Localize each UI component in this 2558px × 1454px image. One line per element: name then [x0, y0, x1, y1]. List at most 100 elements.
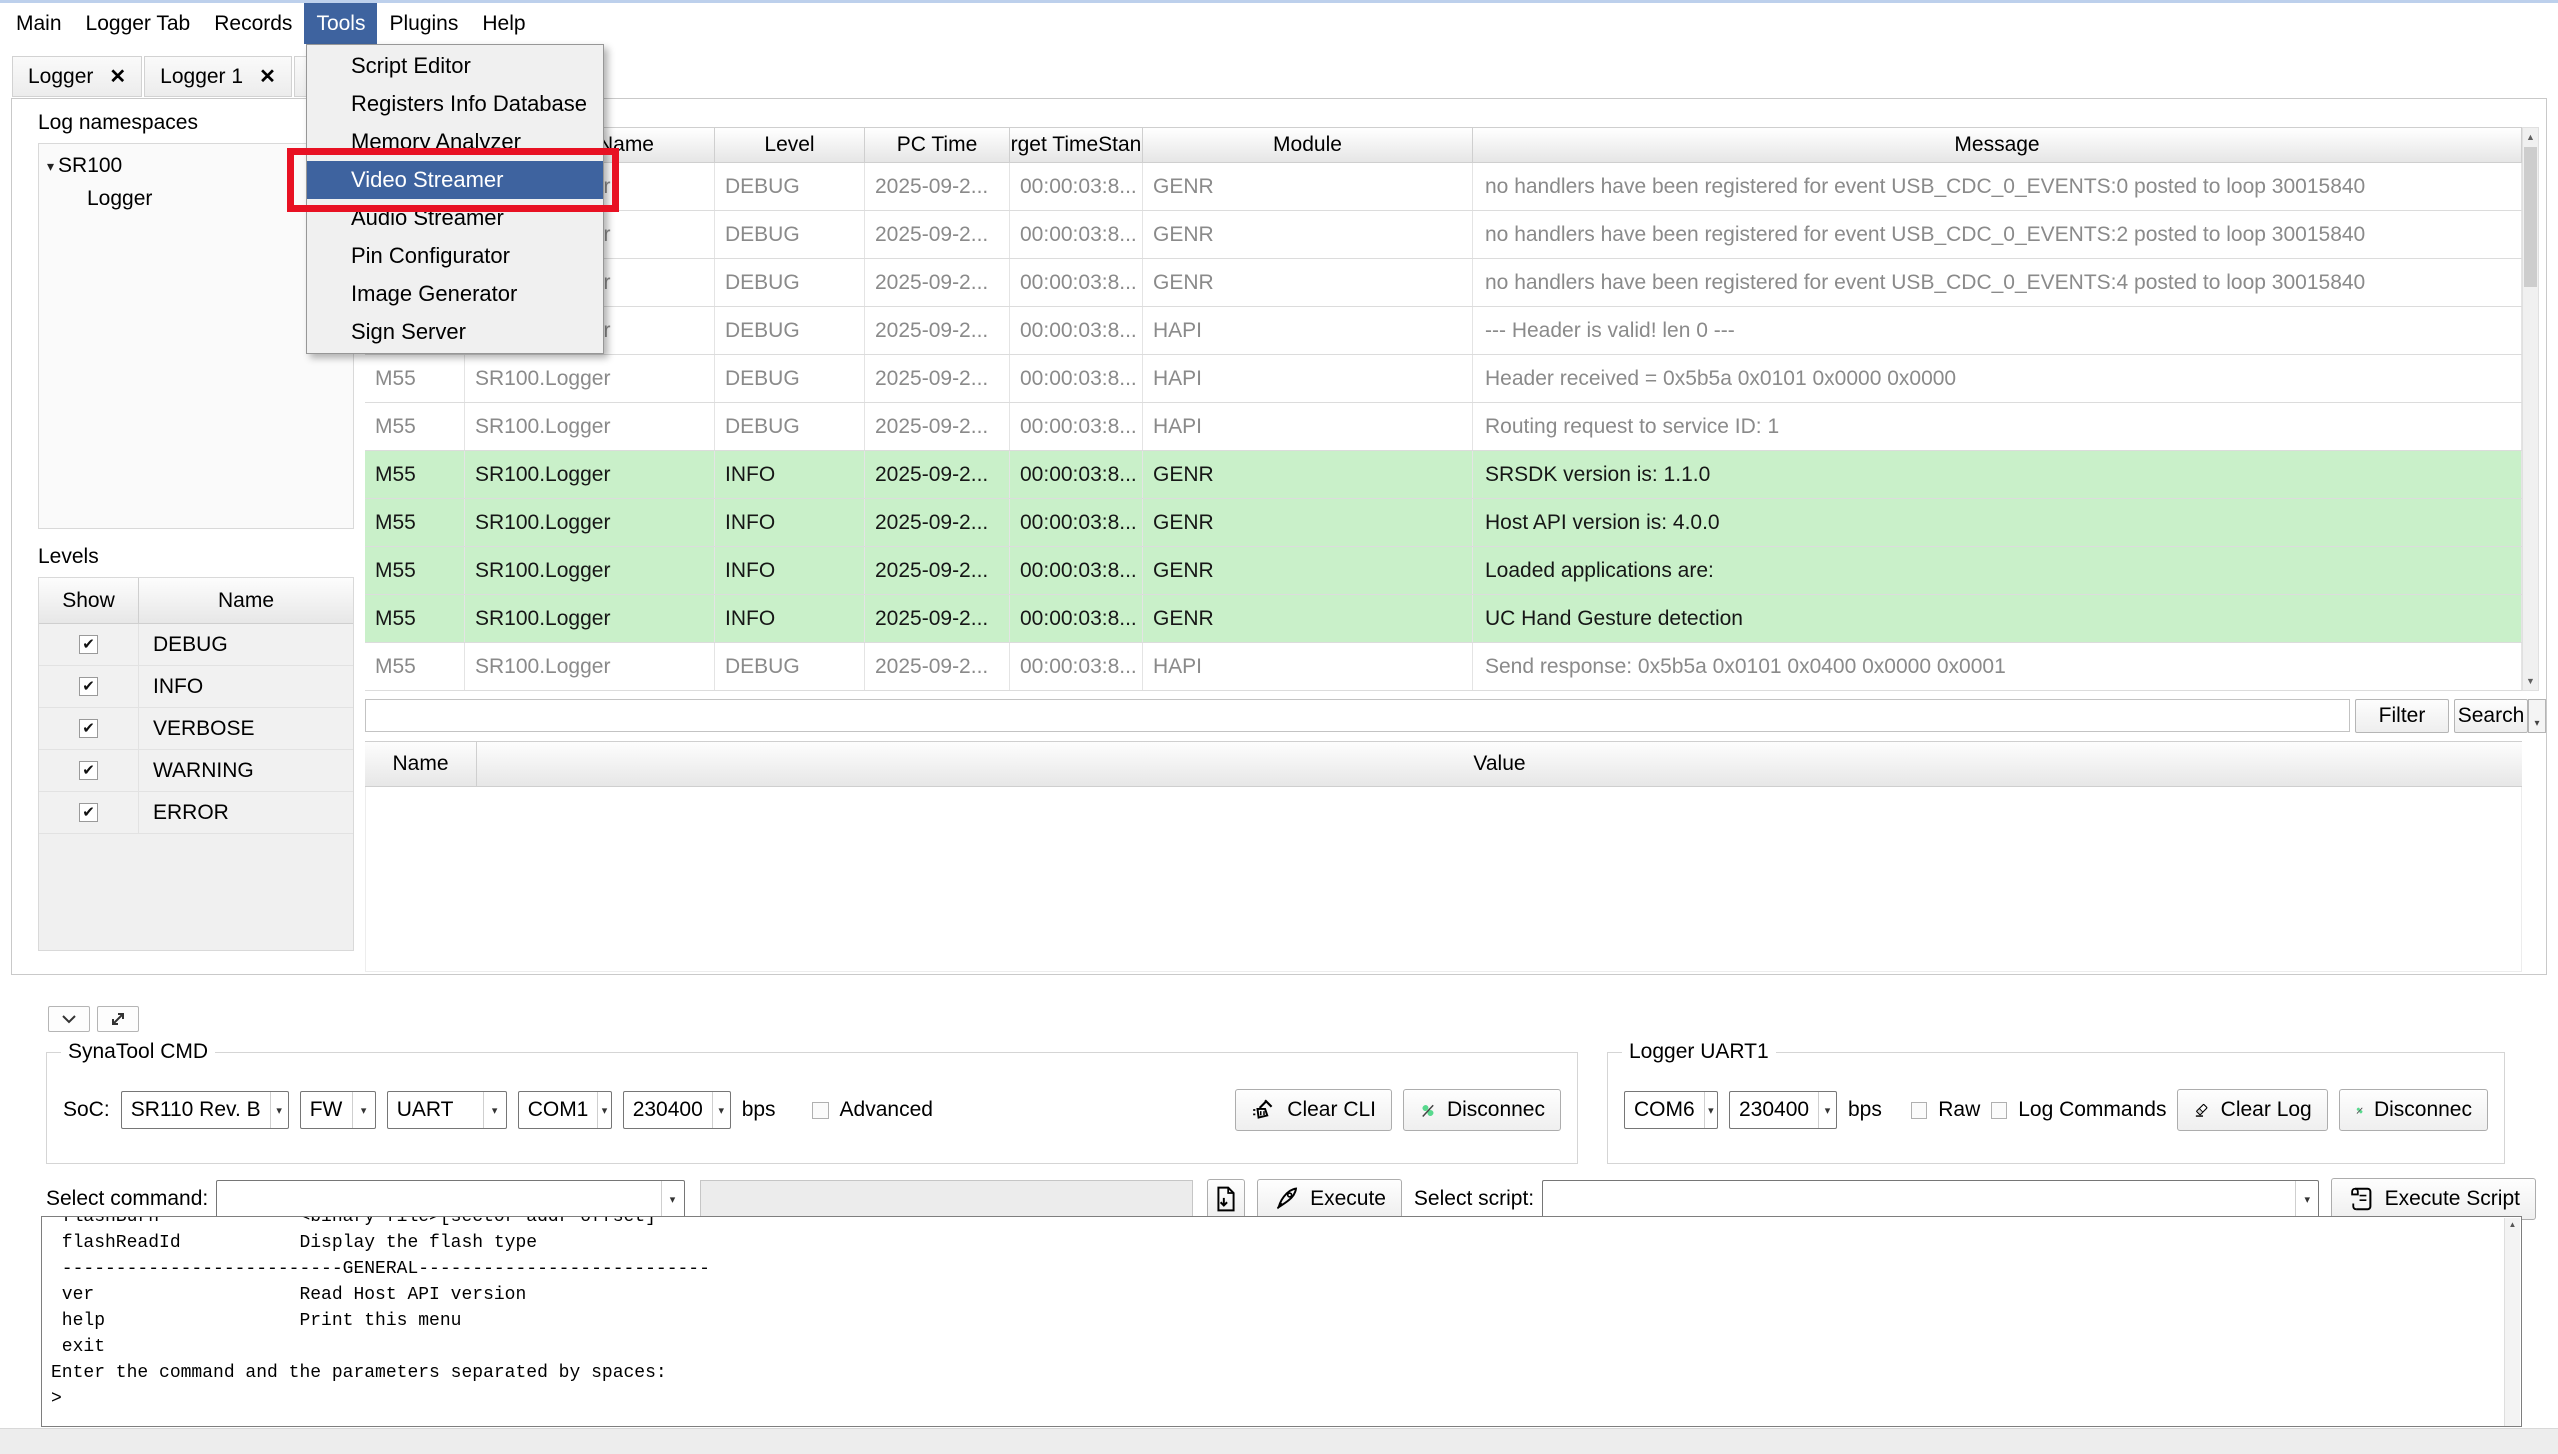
- soc-select[interactable]: SR110 Rev. B ▾: [121, 1091, 289, 1129]
- command-param-input[interactable]: [700, 1180, 1192, 1218]
- execute-button[interactable]: Execute: [1257, 1179, 1402, 1219]
- log-cell-level: INFO: [715, 451, 865, 498]
- baud-select[interactable]: 230400 ▾: [623, 1091, 731, 1129]
- disconnect-button[interactable]: Disconnec: [1403, 1089, 1561, 1131]
- log-cell-module: HAPI: [1143, 355, 1473, 402]
- tab-close-icon[interactable]: ✕: [109, 67, 126, 87]
- synatool-group: SynaTool CMD SoC: SR110 Rev. B ▾ FW ▾ UA…: [46, 1052, 1578, 1164]
- log-row[interactable]: M55SR100.LoggerDEBUG2025-09-2...00:00:03…: [365, 643, 2522, 691]
- filter-input[interactable]: [365, 699, 2350, 732]
- tools-menu-item-audio-streamer[interactable]: Audio Streamer: [307, 199, 603, 237]
- console-line: flashReadId Display the flash type: [51, 1230, 2521, 1256]
- clear-log-button[interactable]: Clear Log: [2177, 1089, 2327, 1131]
- log-row[interactable]: M55SR100.LoggerDEBUG2025-09-2...00:00:03…: [365, 355, 2522, 403]
- uart-baud-select[interactable]: 230400 ▾: [1729, 1091, 1837, 1129]
- log-commands-checkbox[interactable]: [1991, 1102, 2007, 1119]
- raw-checkbox[interactable]: [1911, 1102, 1927, 1119]
- chevron-down-icon: [61, 1014, 77, 1024]
- search-button[interactable]: Search: [2454, 699, 2528, 733]
- broom-icon: [1251, 1097, 1277, 1123]
- log-row[interactable]: M55SR100.LoggerINFO2025-09-2...00:00:03:…: [365, 595, 2522, 643]
- scroll-up-icon[interactable]: ▲: [2505, 1220, 2520, 1229]
- level-checkbox[interactable]: ✔: [79, 803, 98, 822]
- log-col-header-level[interactable]: Level: [715, 128, 865, 162]
- log-col-header-msg[interactable]: Message: [1473, 128, 2522, 162]
- log-cell-ts: 00:00:03:8...: [1010, 355, 1143, 402]
- uart-disconnect-button[interactable]: Disconnec: [2339, 1089, 2488, 1131]
- tools-menu-item-script-editor[interactable]: Script Editor: [307, 47, 603, 85]
- select-script-label: Select script:: [1414, 1187, 1534, 1211]
- log-col-header-pc[interactable]: PC Time: [865, 128, 1010, 162]
- log-row[interactable]: M55SR100.LoggerDEBUG2025-09-2...00:00:03…: [365, 211, 2522, 259]
- scroll-up-icon[interactable]: ▲: [2523, 128, 2538, 146]
- level-row[interactable]: ✔VERBOSE: [39, 708, 353, 750]
- port-select[interactable]: COM1 ▾: [518, 1091, 612, 1129]
- advanced-checkbox[interactable]: [812, 1102, 829, 1119]
- level-checkbox[interactable]: ✔: [79, 677, 98, 696]
- log-col-header-ts[interactable]: rget TimeStan: [1010, 128, 1143, 162]
- log-table-scrollbar[interactable]: ▲ ▼: [2522, 127, 2539, 691]
- log-col-header-module[interactable]: Module: [1143, 128, 1473, 162]
- log-row[interactable]: M55SR100.LoggerDEBUG2025-09-2...00:00:03…: [365, 259, 2522, 307]
- log-cell-ts: 00:00:03:8...: [1010, 403, 1143, 450]
- tree-node-sr100[interactable]: ▾ SR100: [47, 154, 345, 178]
- checkmark-icon: ✔: [82, 679, 95, 694]
- interface-select[interactable]: UART ▾: [387, 1091, 507, 1129]
- log-row[interactable]: M55SR100.LoggerINFO2025-09-2...00:00:03:…: [365, 499, 2522, 547]
- level-checkbox[interactable]: ✔: [79, 635, 98, 654]
- clear-cli-button[interactable]: Clear CLI: [1235, 1089, 1392, 1131]
- collapse-button[interactable]: [48, 1006, 90, 1032]
- tools-menu-item-registers-info-database[interactable]: Registers Info Database: [307, 85, 603, 123]
- log-namespaces-title: Log namespaces: [38, 111, 198, 135]
- menu-item-records[interactable]: Records: [202, 3, 304, 44]
- level-row[interactable]: ✔ERROR: [39, 792, 353, 834]
- save-command-button[interactable]: [1207, 1179, 1245, 1219]
- fw-select[interactable]: FW ▾: [300, 1091, 376, 1129]
- filter-button[interactable]: Filter: [2355, 699, 2449, 733]
- menu-item-logger-tab[interactable]: Logger Tab: [74, 3, 203, 44]
- menu-item-plugins[interactable]: Plugins: [377, 3, 470, 44]
- tools-menu-item-video-streamer[interactable]: Video Streamer: [307, 161, 603, 199]
- log-row[interactable]: M55SR100.LoggerINFO2025-09-2...00:00:03:…: [365, 451, 2522, 499]
- expand-button[interactable]: [97, 1006, 139, 1032]
- checkmark-icon: ✔: [82, 721, 95, 736]
- level-row[interactable]: ✔WARNING: [39, 750, 353, 792]
- details-col-name[interactable]: Name: [365, 742, 477, 786]
- tools-menu-item-pin-configurator[interactable]: Pin Configurator: [307, 237, 603, 275]
- level-row[interactable]: ✔DEBUG: [39, 624, 353, 666]
- search-options-button[interactable]: ▾: [2528, 699, 2546, 733]
- level-checkbox[interactable]: ✔: [79, 719, 98, 738]
- log-row[interactable]: M55SR100.LoggerDEBUG2025-09-2...00:00:03…: [365, 403, 2522, 451]
- scrollbar-thumb[interactable]: [2524, 147, 2537, 287]
- uart-port-select[interactable]: COM6 ▾: [1624, 1091, 1718, 1129]
- tree-node-logger[interactable]: Logger: [47, 187, 345, 211]
- menu-item-main[interactable]: Main: [4, 3, 74, 44]
- console-scrollbar[interactable]: ▲: [2504, 1218, 2520, 1426]
- command-select[interactable]: ▾: [216, 1180, 684, 1218]
- log-cell-name: SR100.Logger: [465, 595, 715, 642]
- log-cell-ts: 00:00:03:8...: [1010, 643, 1143, 690]
- tools-menu-item-sign-server[interactable]: Sign Server: [307, 313, 603, 351]
- level-row[interactable]: ✔INFO: [39, 666, 353, 708]
- log-commands-label: Log Commands: [2018, 1098, 2166, 1122]
- tools-menu-item-memory-analyzer[interactable]: Memory Analyzer: [307, 123, 603, 161]
- log-row[interactable]: M55SR100.LoggerDEBUG2025-09-2...00:00:03…: [365, 163, 2522, 211]
- scroll-down-icon[interactable]: ▼: [2523, 672, 2538, 690]
- log-row[interactable]: M55SR100.LoggerDEBUG2025-09-2...00:00:03…: [365, 307, 2522, 355]
- tab-logger-1[interactable]: Logger 1✕: [144, 56, 292, 97]
- menu-item-tools[interactable]: Tools: [304, 3, 377, 44]
- log-row[interactable]: M55SR100.LoggerINFO2025-09-2...00:00:03:…: [365, 547, 2522, 595]
- tab-logger[interactable]: Logger✕: [12, 56, 142, 97]
- menu-item-help[interactable]: Help: [470, 3, 537, 44]
- cli-console[interactable]: flashBurn <binary file>[sector addr offs…: [41, 1216, 2522, 1427]
- level-checkbox[interactable]: ✔: [79, 761, 98, 780]
- script-select[interactable]: ▾: [1542, 1180, 2319, 1218]
- details-col-value[interactable]: Value: [477, 742, 2522, 786]
- tab-close-icon[interactable]: ✕: [259, 67, 276, 87]
- tree-expander-icon[interactable]: ▾: [47, 158, 54, 175]
- tools-menu-item-image-generator[interactable]: Image Generator: [307, 275, 603, 313]
- log-cell-pc: 2025-09-2...: [865, 643, 1010, 690]
- execute-script-button[interactable]: Execute Script: [2331, 1178, 2536, 1220]
- log-cell-pc: 2025-09-2...: [865, 499, 1010, 546]
- advanced-label: Advanced: [840, 1098, 933, 1122]
